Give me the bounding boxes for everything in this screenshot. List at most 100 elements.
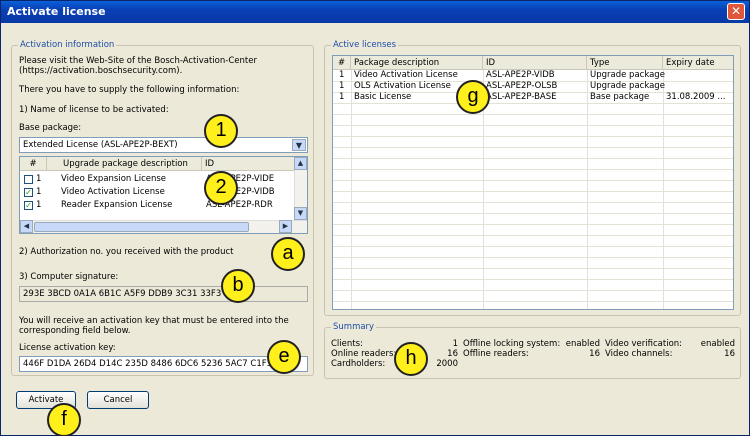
callout-1: 1	[204, 114, 238, 148]
callout-g: g	[456, 80, 490, 114]
grid-row-line	[333, 268, 733, 269]
active-licenses-table[interactable]: # Package description ID Type Expiry dat…	[332, 55, 734, 310]
clients-label: Clients:	[331, 339, 363, 349]
license-activation-key-input[interactable]: 446F D1DA 26D4 D14C 235D 8486 6DC6 5236 …	[19, 356, 308, 372]
video-channels-value: 16	[724, 349, 735, 359]
base-package-select[interactable]: Extended License (ASL-APE2P-BEXT) ▼	[19, 137, 308, 153]
license-num: 1	[339, 70, 345, 80]
licenses-header-id[interactable]: ID	[483, 56, 587, 70]
license-num: 1	[339, 92, 345, 102]
video-channels-label: Video channels:	[605, 349, 673, 359]
upgrade-header-desc[interactable]: Upgrade package description	[47, 157, 202, 171]
upgrade-desc: Video Expansion License	[61, 174, 167, 184]
receive-line-2: corresponding field below.	[19, 326, 131, 336]
step2-label: 2) Authorization no. you received with t…	[19, 247, 234, 257]
online-readers-value: 16	[447, 349, 458, 359]
upgrade-checkbox-checked[interactable]: ✓	[24, 201, 33, 210]
callout-2: 2	[204, 171, 238, 205]
upgrade-checkbox[interactable]	[24, 175, 33, 184]
grid-row-line	[333, 213, 733, 214]
offline-locking-value: enabled	[565, 339, 600, 349]
callout-e: e	[267, 340, 301, 374]
callout-h: h	[394, 342, 428, 376]
callout-b: b	[221, 269, 255, 303]
grid-row-line	[333, 191, 733, 192]
base-package-value: Extended License (ASL-APE2P-BEXT)	[23, 140, 178, 150]
window-title: Activate license	[1, 1, 749, 23]
license-type: Base package	[590, 92, 650, 102]
chevron-down-icon[interactable]: ▼	[292, 139, 306, 151]
step3-label: 3) Computer signature:	[19, 272, 119, 282]
offline-locking-label: Offline locking system:	[463, 339, 561, 349]
video-verification-label: Video verification:	[605, 339, 683, 349]
upgrade-header-num[interactable]: #	[20, 157, 47, 171]
computer-signature-field: 293E 3BCD 0A1A 6B1C A5F9 DDB9 3C31 33F3	[19, 286, 308, 302]
upgrade-package-list[interactable]: # Upgrade package description ID 1 Video…	[19, 156, 308, 234]
licenses-header-expiry[interactable]: Expiry date	[663, 56, 733, 70]
step1-label: 1) Name of license to be activated:	[19, 105, 169, 115]
grid-row-line	[333, 301, 733, 302]
online-readers-label: Online readers:	[331, 349, 397, 359]
licenses-header-desc[interactable]: Package description	[351, 56, 483, 70]
grid-row-line	[333, 103, 733, 104]
upgrade-row[interactable]: ✓ 1 Video Activation License ASL-APE2P-V…	[20, 187, 296, 199]
upgrade-horizontal-scrollbar[interactable]: ◀ ▶	[20, 220, 307, 233]
grid-row-line	[333, 257, 733, 258]
activate-license-dialog: Activate license ✕ Activation informatio…	[0, 0, 750, 436]
upgrade-desc: Reader Expansion License	[61, 200, 173, 210]
license-desc: OLS Activation License	[354, 81, 451, 91]
grid-row-line	[333, 125, 733, 126]
offline-readers-value: 16	[589, 349, 600, 359]
license-row[interactable]: 1 Video Activation License ASL-APE2P-VID…	[333, 70, 733, 81]
receive-line-1: You will receive an activation key that …	[19, 316, 289, 326]
activation-key-label: License activation key:	[19, 343, 116, 353]
license-desc: Basic License	[354, 92, 412, 102]
close-icon[interactable]: ✕	[727, 3, 745, 20]
grid-row-line	[333, 114, 733, 115]
grid-row-line	[333, 279, 733, 280]
scroll-left-icon[interactable]: ◀	[20, 220, 33, 233]
license-row[interactable]: 1 OLS Activation License ASL-APE2P-OLSB …	[333, 81, 733, 92]
scroll-down-icon[interactable]: ▼	[294, 207, 307, 220]
license-desc: Video Activation License	[354, 70, 458, 80]
scroll-up-icon[interactable]: ▲	[294, 157, 307, 170]
grid-row-line	[333, 147, 733, 148]
grid-row-line	[333, 158, 733, 159]
upgrade-num: 1	[36, 200, 42, 210]
video-verification-value: enabled	[700, 339, 735, 349]
license-type: Upgrade package	[590, 81, 665, 91]
active-licenses-legend: Active licenses	[331, 40, 399, 50]
base-package-label: Base package:	[19, 123, 82, 133]
upgrade-num: 1	[36, 174, 42, 184]
upgrade-row[interactable]: 1 Video Expansion License ASL-APE2P-VIDE	[20, 174, 296, 186]
grid-row-line	[333, 169, 733, 170]
grid-row-line	[333, 290, 733, 291]
grid-row-line	[333, 202, 733, 203]
license-id: ASL-APE2P-VIDB	[486, 70, 555, 80]
upgrade-checkbox-checked[interactable]: ✓	[24, 188, 33, 197]
grid-row-line	[333, 235, 733, 236]
clients-value: 1	[452, 339, 458, 349]
upgrade-vertical-scrollbar[interactable]: ▲ ▼	[294, 157, 307, 220]
grid-row-line	[333, 246, 733, 247]
licenses-header-type[interactable]: Type	[587, 56, 663, 70]
offline-readers-label: Offline readers:	[463, 349, 529, 359]
scroll-thumb[interactable]	[34, 222, 249, 232]
upgrade-desc: Video Activation License	[61, 187, 165, 197]
license-row[interactable]: 1 Basic License ASL-APE2P-BASE Base pack…	[333, 92, 733, 103]
upgrade-header-id[interactable]: ID	[202, 157, 296, 171]
grid-column-line	[663, 70, 664, 309]
callout-a: a	[271, 237, 305, 271]
grid-column-line	[351, 70, 352, 309]
license-expiry: 31.08.2009 ...	[666, 92, 726, 102]
license-id: ASL-APE2P-BASE	[486, 92, 557, 102]
license-type: Upgrade package	[590, 70, 665, 80]
intro-line-1: Please visit the Web-Site of the Bosch-A…	[19, 56, 257, 66]
cancel-button[interactable]: Cancel	[87, 391, 149, 409]
upgrade-num: 1	[36, 187, 42, 197]
upgrade-row[interactable]: ✓ 1 Reader Expansion License ASL-APE2P-R…	[20, 200, 296, 212]
scroll-right-icon[interactable]: ▶	[279, 220, 292, 233]
licenses-header-num[interactable]: #	[333, 56, 351, 70]
activation-information-legend: Activation information	[18, 40, 117, 50]
supply-text: There you have to supply the following i…	[19, 85, 240, 95]
